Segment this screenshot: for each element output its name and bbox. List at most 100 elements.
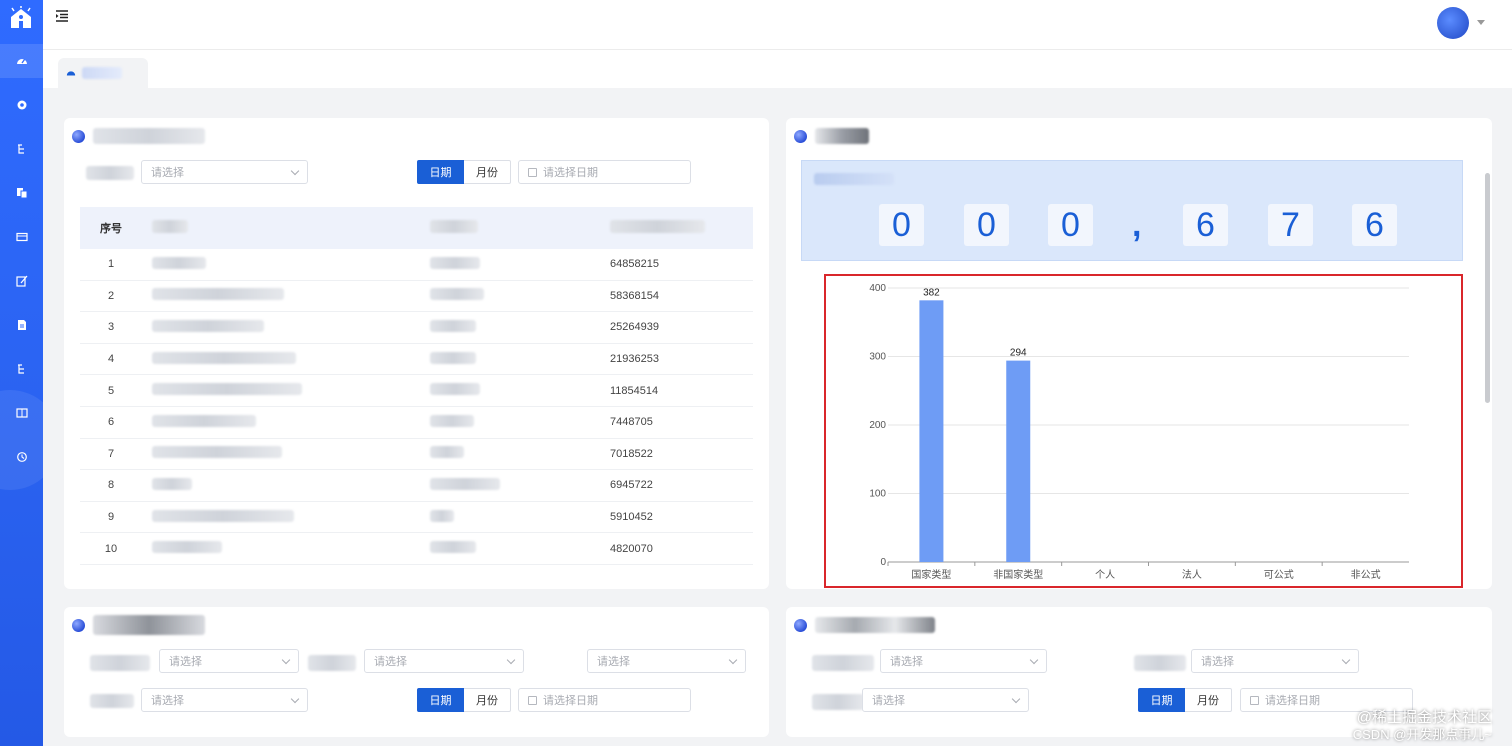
row-value: 7448705: [610, 416, 653, 429]
sidebar-item-card[interactable]: [0, 220, 43, 254]
panel-title-redacted: [93, 128, 205, 144]
date-mode-toggle: 日期 月份: [417, 160, 511, 184]
chevron-down-icon: [281, 655, 291, 665]
select-placeholder: 请选择: [1201, 656, 1234, 668]
sidebar-item-edit[interactable]: [0, 264, 43, 298]
dashboard-icon: [16, 59, 27, 64]
bar[interactable]: [919, 300, 944, 562]
table-row: 9 5910452: [80, 502, 753, 534]
day-mode-button[interactable]: 日期: [417, 160, 464, 184]
row-index: 9: [107, 511, 115, 524]
cell-redacted: [430, 288, 484, 301]
month-mode-button[interactable]: 月份: [464, 160, 511, 184]
copy-icon: [16, 188, 27, 199]
header-redacted: [430, 220, 478, 233]
panel-filter-left: 请选择 请选择 请选择 请选择 日期 月份 请选择日期: [64, 607, 769, 737]
chevron-down-icon: [1341, 655, 1351, 665]
bar-chart-svg: 0 100 200 300 400 382 国家类型 294 非国家类型 个人 法人 可公式 非公式: [869, 283, 1409, 581]
y-tick-label: 300: [869, 352, 886, 363]
panel-title: [72, 615, 205, 635]
tree-icon: [17, 364, 24, 374]
header-index: 序号: [100, 223, 122, 235]
counter-digit: 6: [1352, 204, 1397, 246]
month-mode-button[interactable]: 月份: [464, 688, 511, 712]
date-mode-toggle: 日期 月份: [417, 688, 511, 712]
cell-redacted: [430, 319, 476, 332]
tab-label-redacted: [82, 67, 122, 79]
chevron-down-icon: [290, 166, 300, 176]
panel-statistics: 000,676 0 100 200 300 400 382 国家类型 294 非国家类型 个人 法人…: [786, 118, 1492, 589]
tabs-bar: [43, 50, 1512, 88]
cell-redacted: [152, 509, 294, 522]
filter-select-3[interactable]: 请选择: [587, 649, 746, 673]
filter-select-2[interactable]: 请选择: [1191, 649, 1359, 673]
filter-select-3[interactable]: 请选择: [862, 688, 1029, 712]
sidebar-item-dashboard[interactable]: [0, 44, 43, 78]
sidebar-item-tree[interactable]: [0, 132, 43, 166]
row-index: 7: [107, 447, 115, 460]
filter-select-1[interactable]: 请选择: [880, 649, 1047, 673]
sidebar-item-document[interactable]: [0, 308, 43, 342]
title-dot-icon: [72, 129, 85, 143]
day-mode-button[interactable]: 日期: [417, 688, 464, 712]
row-index: 3: [107, 321, 115, 334]
filter-select-2[interactable]: 请选择: [364, 649, 524, 673]
sidebar-item-tree-2[interactable]: [0, 352, 43, 386]
scrollbar[interactable]: [1485, 173, 1490, 403]
row-value: 7018522: [610, 447, 653, 460]
edit-icon: [15, 275, 27, 287]
table-row: 5 11854514: [80, 375, 753, 407]
gear-icon: [17, 100, 26, 110]
day-mode-button[interactable]: 日期: [1138, 688, 1185, 712]
chevron-down-icon[interactable]: [1477, 20, 1485, 25]
filter-select-4[interactable]: 请选择: [141, 688, 308, 712]
filter-label-redacted: [90, 655, 150, 671]
dashboard-icon: [66, 71, 76, 76]
cell-redacted: [430, 446, 464, 459]
avatar[interactable]: [1437, 7, 1469, 39]
x-tick-label: 非国家类型: [993, 568, 1043, 581]
ranking-table: 序号 1 64858215 2 58368154 3 25264939 4 21936253 5…: [80, 207, 753, 565]
table-row: 10 4820070: [80, 533, 753, 565]
table-body: 1 64858215 2 58368154 3 25264939 4 21936253 5 118…: [80, 249, 753, 565]
x-tick-label: 法人: [1182, 568, 1202, 581]
filter-label-redacted: [90, 694, 134, 708]
month-mode-button[interactable]: 月份: [1185, 688, 1232, 712]
cell-redacted: [152, 288, 284, 301]
sidebar-item-history[interactable]: [0, 440, 43, 474]
row-value: 11854514: [610, 384, 659, 397]
counter-separator: ,: [1132, 206, 1142, 244]
y-tick-label: 200: [869, 420, 886, 431]
chevron-down-icon: [506, 655, 516, 665]
row-value: 25264939: [610, 321, 659, 334]
date-picker[interactable]: 请选择日期: [518, 160, 691, 184]
type-select[interactable]: 请选择: [141, 160, 308, 184]
cell-redacted: [430, 509, 454, 522]
sidebar-item-settings[interactable]: [0, 88, 43, 122]
house-logo-icon[interactable]: [9, 6, 33, 30]
cell-redacted: [152, 541, 222, 554]
watermark-line-2: CSDN @开发那点事儿~: [1352, 727, 1492, 742]
cell-redacted: [430, 541, 476, 554]
sidebar-item-copy[interactable]: [0, 176, 43, 210]
sidebar-item-columns[interactable]: [0, 396, 43, 430]
filter-label-redacted: [812, 694, 864, 710]
cell-redacted: [430, 256, 480, 269]
tab-dashboard[interactable]: [58, 58, 148, 88]
date-placeholder: 请选择日期: [1265, 695, 1320, 707]
select-placeholder: 请选择: [890, 656, 923, 668]
hamburger-menu-icon[interactable]: [55, 9, 69, 23]
row-value: 4820070: [610, 542, 653, 555]
row-value: 6945722: [610, 479, 653, 492]
date-picker[interactable]: 请选择日期: [518, 688, 691, 712]
filter-select-1[interactable]: 请选择: [159, 649, 299, 673]
row-value: 5910452: [610, 511, 653, 524]
calendar-icon: [1250, 695, 1259, 705]
panel-title-redacted: [815, 128, 869, 144]
x-tick-label: 非公式: [1351, 568, 1381, 581]
y-tick-label: 400: [869, 283, 886, 294]
panel-title: [72, 126, 205, 146]
calendar-icon: [528, 167, 537, 177]
bar[interactable]: [1006, 360, 1031, 562]
y-tick-label: 100: [869, 489, 886, 500]
